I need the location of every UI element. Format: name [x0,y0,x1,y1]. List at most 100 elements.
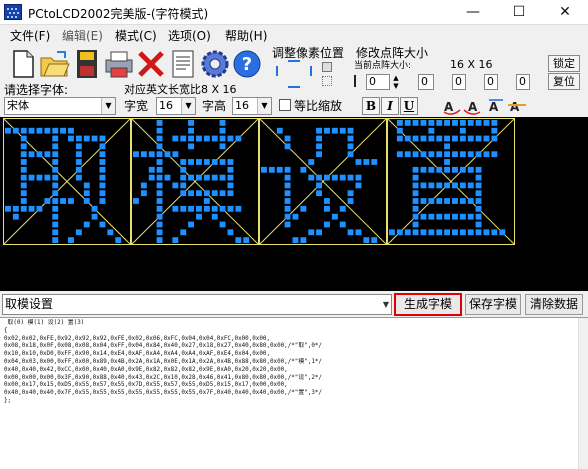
glyph-pixel [452,120,458,126]
glyph-pixel [5,205,11,212]
rotate-left-button[interactable]: A [442,97,462,115]
rotate-right-button[interactable]: A [462,97,482,115]
adjust-pixel-label: 调整像素位置 [272,46,345,60]
glyph-pixel [300,166,307,173]
menu-options[interactable]: 选项(O) [168,27,211,44]
glyph-cell[interactable] [387,118,515,245]
glyph-pixel [284,190,291,197]
char-height-label: 字高 [202,99,227,113]
output-textarea[interactable]: 取(0) 模(1) 设(2) 置(3) {0x02,0x02,0xFE,0x92,… [0,317,588,469]
lock-button[interactable]: 锁定 [548,55,580,72]
glyph-pixel [235,237,242,243]
glyph-pixel [396,151,403,158]
glyph-pixel [44,198,51,204]
shift-left-icon[interactable] [276,66,286,76]
maximize-button[interactable]: ☐ [496,0,542,25]
generate-button[interactable]: 生成字模 [394,293,462,316]
glyph-pixel [211,190,218,197]
glyph-pixel [52,135,59,142]
close-button[interactable]: ✕ [542,0,588,25]
shift-up-icon[interactable] [288,60,300,70]
left-margin-spinner[interactable]: 0 [366,74,390,90]
glyph-pixel [475,205,482,212]
delete-button[interactable] [134,47,166,79]
equal-ratio-checkbox[interactable] [279,99,291,111]
char-width-select[interactable]: 16 ▼ [156,97,196,115]
glyph-pixel [316,174,322,181]
italic-button[interactable]: I [381,97,399,115]
glyph-pixel [467,166,474,173]
glyph-cell[interactable] [3,118,131,245]
bold-button[interactable]: B [362,97,380,115]
font-select[interactable]: 宋体 ▼ [4,97,116,115]
glyph-pixel [203,135,210,142]
document-button[interactable] [166,47,198,79]
glyph-pixel [316,127,322,134]
new-button[interactable] [6,47,38,79]
glyph-pixel [475,174,482,181]
minimize-button[interactable]: — [450,0,496,25]
glyph-pixel [284,143,291,150]
glyph-pixel [324,205,330,212]
glyph-pixel [363,159,370,165]
glyph-pixel [227,166,234,173]
glyph-pixel [396,120,403,126]
save-button[interactable] [70,47,102,79]
output-scrollbar[interactable] [578,318,588,469]
glyph-pixel [156,229,163,236]
glyph-pixel [180,205,187,212]
glyph-cell[interactable] [131,118,259,245]
glyph-cell[interactable] [259,118,387,245]
glyph-pixel [412,166,419,173]
glyph-pixel [475,229,482,236]
glyph-pixel [52,190,59,197]
menu-help[interactable]: 帮助(H) [225,27,267,44]
menu-mode[interactable]: 模式(C) [115,27,157,44]
reset-button[interactable]: 复位 [548,73,580,90]
glyph-pixel [316,151,322,158]
underline-button[interactable]: U [400,97,418,115]
menu-edit[interactable]: 编辑(E) [62,27,103,44]
output-line: 0x00,0x17,0x15,0xD5,0x55,0x57,0x55,0x7D,… [4,382,288,389]
flip-horizontal-button[interactable]: A [486,97,506,115]
flip-vertical-button[interactable]: A [506,97,528,115]
glyph-pixel [52,198,59,204]
char-height-value: 16 [235,99,249,112]
chevron-down-icon[interactable]: ▼ [380,295,392,314]
glyph-pixel [261,166,267,173]
glyph-pixel [284,213,291,220]
settings-button[interactable] [198,47,230,79]
invert-pixel-icon[interactable] [322,62,332,72]
font-select-value: 宋体 [7,99,29,112]
clear-pixel-icon[interactable] [322,76,332,86]
glyph-preview-canvas[interactable] [0,117,588,291]
char-height-select[interactable]: 16 ▼ [232,97,272,115]
glyph-pixel [156,127,163,134]
spinner-arrows-icon[interactable]: ▲ ▼ [392,74,400,90]
svg-text:A: A [444,100,454,114]
print-button[interactable] [102,47,134,79]
glyph-pixel [20,135,27,142]
width-spinner[interactable]: 0 [516,74,530,90]
top-margin-spinner[interactable]: 0 [452,74,466,90]
shift-right-icon[interactable] [302,66,312,76]
open-button[interactable] [38,47,70,79]
save-font-button[interactable]: 保存字模 [465,294,521,315]
equal-ratio-label: 等比缩放 [294,99,343,113]
glyph-pixel [156,166,163,173]
glyph-pixel [156,198,163,204]
glyph-pixel [188,221,194,228]
right-margin-spinner[interactable]: 0 [418,74,434,90]
help-button[interactable]: ? [230,47,262,79]
bottom-margin-spinner[interactable]: 0 [484,74,498,90]
glyph-pixel [459,229,466,236]
glyph-pixel [188,120,194,126]
svg-text:A: A [510,100,520,114]
glyph-pixel [227,229,234,236]
new-icon [13,50,34,78]
shift-down-icon[interactable] [288,78,300,88]
text-input[interactable]: 取模设置 [2,294,392,315]
output-header: 取(0) 模(1) 设(2) 置(3) [4,320,85,326]
menu-file[interactable]: 文件(F) [10,27,50,44]
clear-data-button[interactable]: 清除数据 [525,294,583,315]
